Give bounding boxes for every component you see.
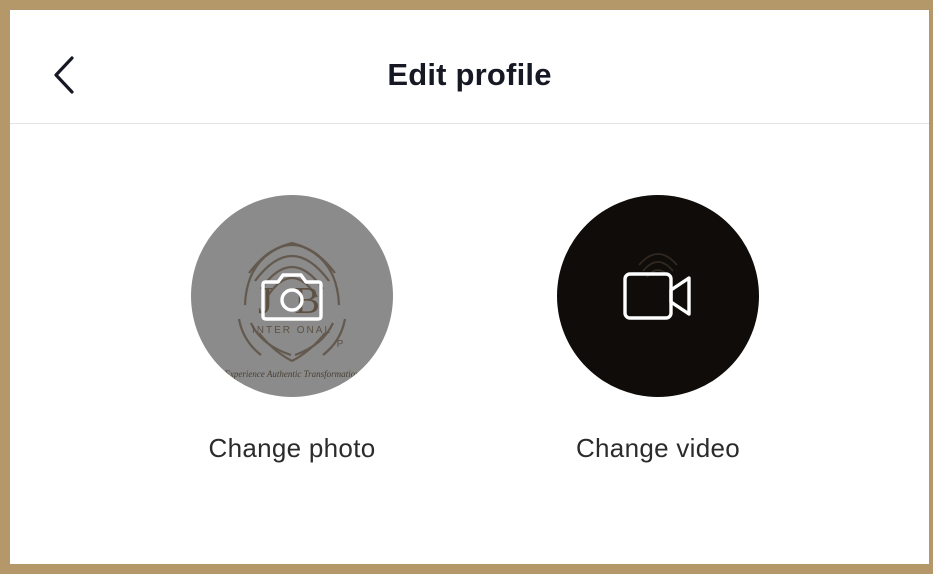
page-title: Edit profile: [387, 57, 552, 92]
video-camera-icon: [623, 272, 691, 320]
logo-tagline-text: Experience Authentic Transformation: [223, 369, 360, 379]
camera-icon: [261, 273, 323, 321]
change-video-label[interactable]: Change video: [548, 433, 768, 464]
change-video-option[interactable]: Change video: [548, 195, 768, 464]
profile-photo-avatar[interactable]: J B INTER ONAL P Experience Authentic Tr…: [191, 195, 393, 397]
logo-line1-text: INTER ONAL: [252, 325, 332, 336]
header-bar: Edit profile: [10, 10, 929, 124]
change-photo-label[interactable]: Change photo: [182, 433, 402, 464]
chevron-left-icon: [54, 56, 74, 94]
app-frame: Edit profile J B INTER ONAL P Experience…: [0, 0, 933, 574]
change-photo-option[interactable]: J B INTER ONAL P Experience Authentic Tr…: [182, 195, 402, 464]
logo-line2-text: P: [337, 339, 346, 350]
back-button[interactable]: [46, 50, 86, 100]
profile-video-avatar[interactable]: [557, 195, 759, 397]
